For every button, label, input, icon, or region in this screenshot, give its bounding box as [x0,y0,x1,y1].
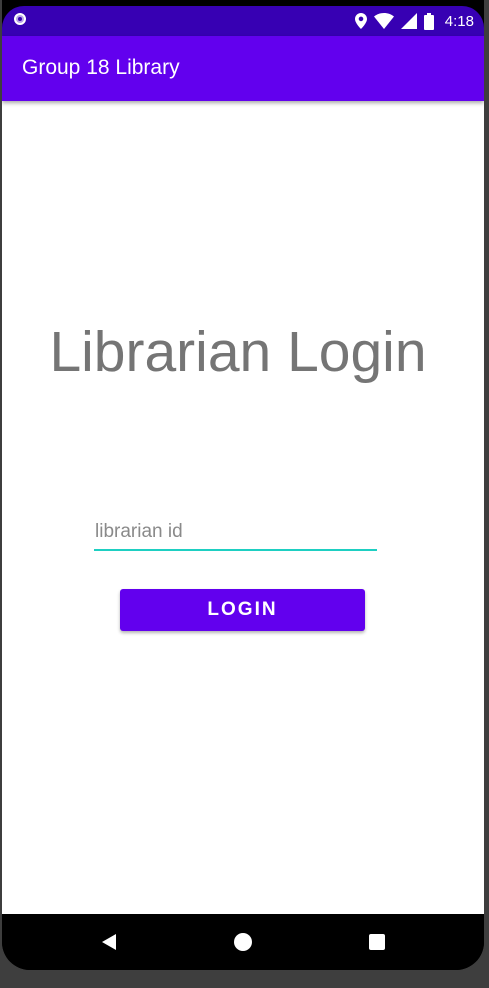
wifi-icon [373,13,394,29]
status-bar: 4:18 [2,6,484,36]
login-heading: Librarian Login [49,320,427,384]
app-bar: Group 18 Library [2,36,484,101]
login-content: Librarian Login LOGIN [2,101,484,914]
signal-icon [400,13,417,29]
device-frame: 4:18 Group 18 Library Librarian Login LO… [0,0,489,988]
login-button[interactable]: LOGIN [120,589,365,631]
recents-icon[interactable] [365,930,389,954]
phone-screen: 4:18 Group 18 Library Librarian Login LO… [2,0,484,970]
navigation-bar [2,914,484,970]
location-icon [354,13,367,29]
battery-icon [423,12,434,30]
notification-circle-icon [14,13,26,25]
home-icon[interactable] [231,930,255,954]
status-icons: 4:18 [354,10,474,32]
librarian-id-input[interactable] [94,519,377,551]
status-time: 4:18 [444,12,474,30]
back-icon[interactable] [97,930,121,954]
app-title: Group 18 Library [22,56,180,79]
